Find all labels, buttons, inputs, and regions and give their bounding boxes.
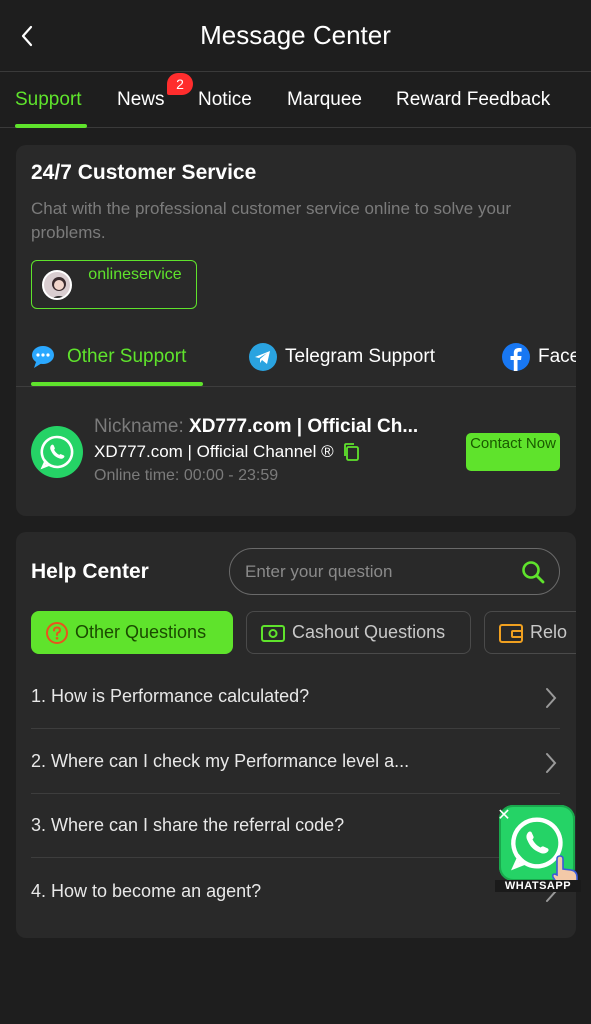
channel-name: XD777.com | Official Channel ® [94, 442, 334, 461]
news-badge: 2 [167, 73, 193, 95]
nickname-line: Nickname: XD777.com | Official Ch... [94, 413, 466, 440]
faq-question: 2. Where can I check my Performance leve… [31, 751, 410, 771]
nickname-value: XD777.com | Official Ch... [189, 416, 419, 437]
online-time: Online time: 00:00 - 23:59 [94, 467, 279, 484]
search-icon[interactable] [521, 560, 545, 589]
faq-question: 3. Where can I share the referral code? [31, 815, 345, 835]
channel-line: XD777.com | Official Channel ® [94, 440, 466, 464]
cash-icon [260, 622, 286, 644]
tab-marquee[interactable]: Marquee [287, 89, 362, 111]
question-circle-icon [45, 621, 69, 645]
support-channel-tabs: Other Support Telegram Support Face [16, 331, 576, 387]
help-center-title: Help Center [31, 560, 149, 583]
tab-support[interactable]: Support [15, 89, 82, 111]
category-cashout-questions-label: Cashout Questions [292, 622, 446, 642]
page-title: Message Center [200, 20, 391, 50]
tab-notice[interactable]: Notice [198, 89, 252, 111]
telegram-icon [249, 343, 277, 371]
top-tabs: Support News Notice Marquee Reward Feedb… [0, 72, 591, 128]
chevron-right-icon [546, 753, 557, 773]
tab-news[interactable]: News [117, 89, 165, 111]
whatsapp-icon [31, 426, 83, 478]
online-service-label: onlineservice [88, 266, 182, 283]
category-other-questions[interactable]: Other Questions [31, 611, 233, 654]
active-subtab-indicator [31, 382, 203, 386]
subtab-telegram-support-label: Telegram Support [285, 346, 435, 367]
wallet-icon [498, 622, 524, 644]
customer-service-title: 24/7 Customer Service [31, 161, 257, 184]
customer-service-description: Chat with the professional customer serv… [31, 199, 512, 242]
faq-question: 1. How is Performance calculated? [31, 686, 310, 706]
category-other-questions-label: Other Questions [75, 622, 207, 642]
facebook-icon [502, 343, 530, 371]
help-center-card: Help Center Other Questions Cashout Ques… [16, 532, 576, 938]
subtab-other-support[interactable]: Other Support [31, 343, 186, 371]
online-service-button[interactable]: onlineservice [31, 260, 197, 309]
subtab-other-support-label: Other Support [67, 346, 187, 367]
faq-question: 4. How to become an agent? [31, 880, 262, 901]
tab-reward-feedback[interactable]: Reward Feedback [396, 89, 550, 111]
avatar [42, 270, 72, 300]
header-bar: Message Center [0, 0, 591, 72]
chat-bubble-icon [31, 343, 59, 371]
faq-item[interactable]: 3. Where can I share the referral code? [31, 794, 560, 858]
subtab-telegram-support[interactable]: Telegram Support [249, 343, 435, 371]
category-relo-label: Relo [530, 622, 568, 642]
faq-item[interactable]: 2. Where can I check my Performance leve… [31, 730, 560, 794]
whatsapp-float-label: WHATSAPP [495, 880, 581, 892]
close-icon[interactable]: ✕ [495, 807, 513, 825]
subtab-facebook-support-label: Face [538, 346, 576, 367]
subtab-facebook-support[interactable]: Face [502, 343, 576, 371]
copy-icon[interactable] [342, 442, 360, 462]
floating-whatsapp-button[interactable]: WHATSAPP ✕ [495, 803, 583, 897]
nickname-prefix: Nickname: [94, 416, 184, 437]
faq-item[interactable]: 1. How is Performance calculated? [31, 665, 560, 729]
category-relo[interactable]: Relo [484, 611, 576, 654]
customer-service-card: 24/7 Customer Service Chat with the prof… [16, 145, 576, 516]
contact-now-button[interactable]: Contact Now [466, 433, 560, 471]
search-input[interactable] [245, 549, 505, 594]
search-box [229, 548, 560, 595]
category-cashout-questions[interactable]: Cashout Questions [246, 611, 471, 654]
contact-info: Nickname: XD777.com | Official Ch... XD7… [94, 413, 466, 488]
faq-item[interactable]: 4. How to become an agent? [31, 859, 560, 923]
active-tab-indicator [15, 124, 87, 128]
chevron-right-icon [546, 688, 557, 708]
